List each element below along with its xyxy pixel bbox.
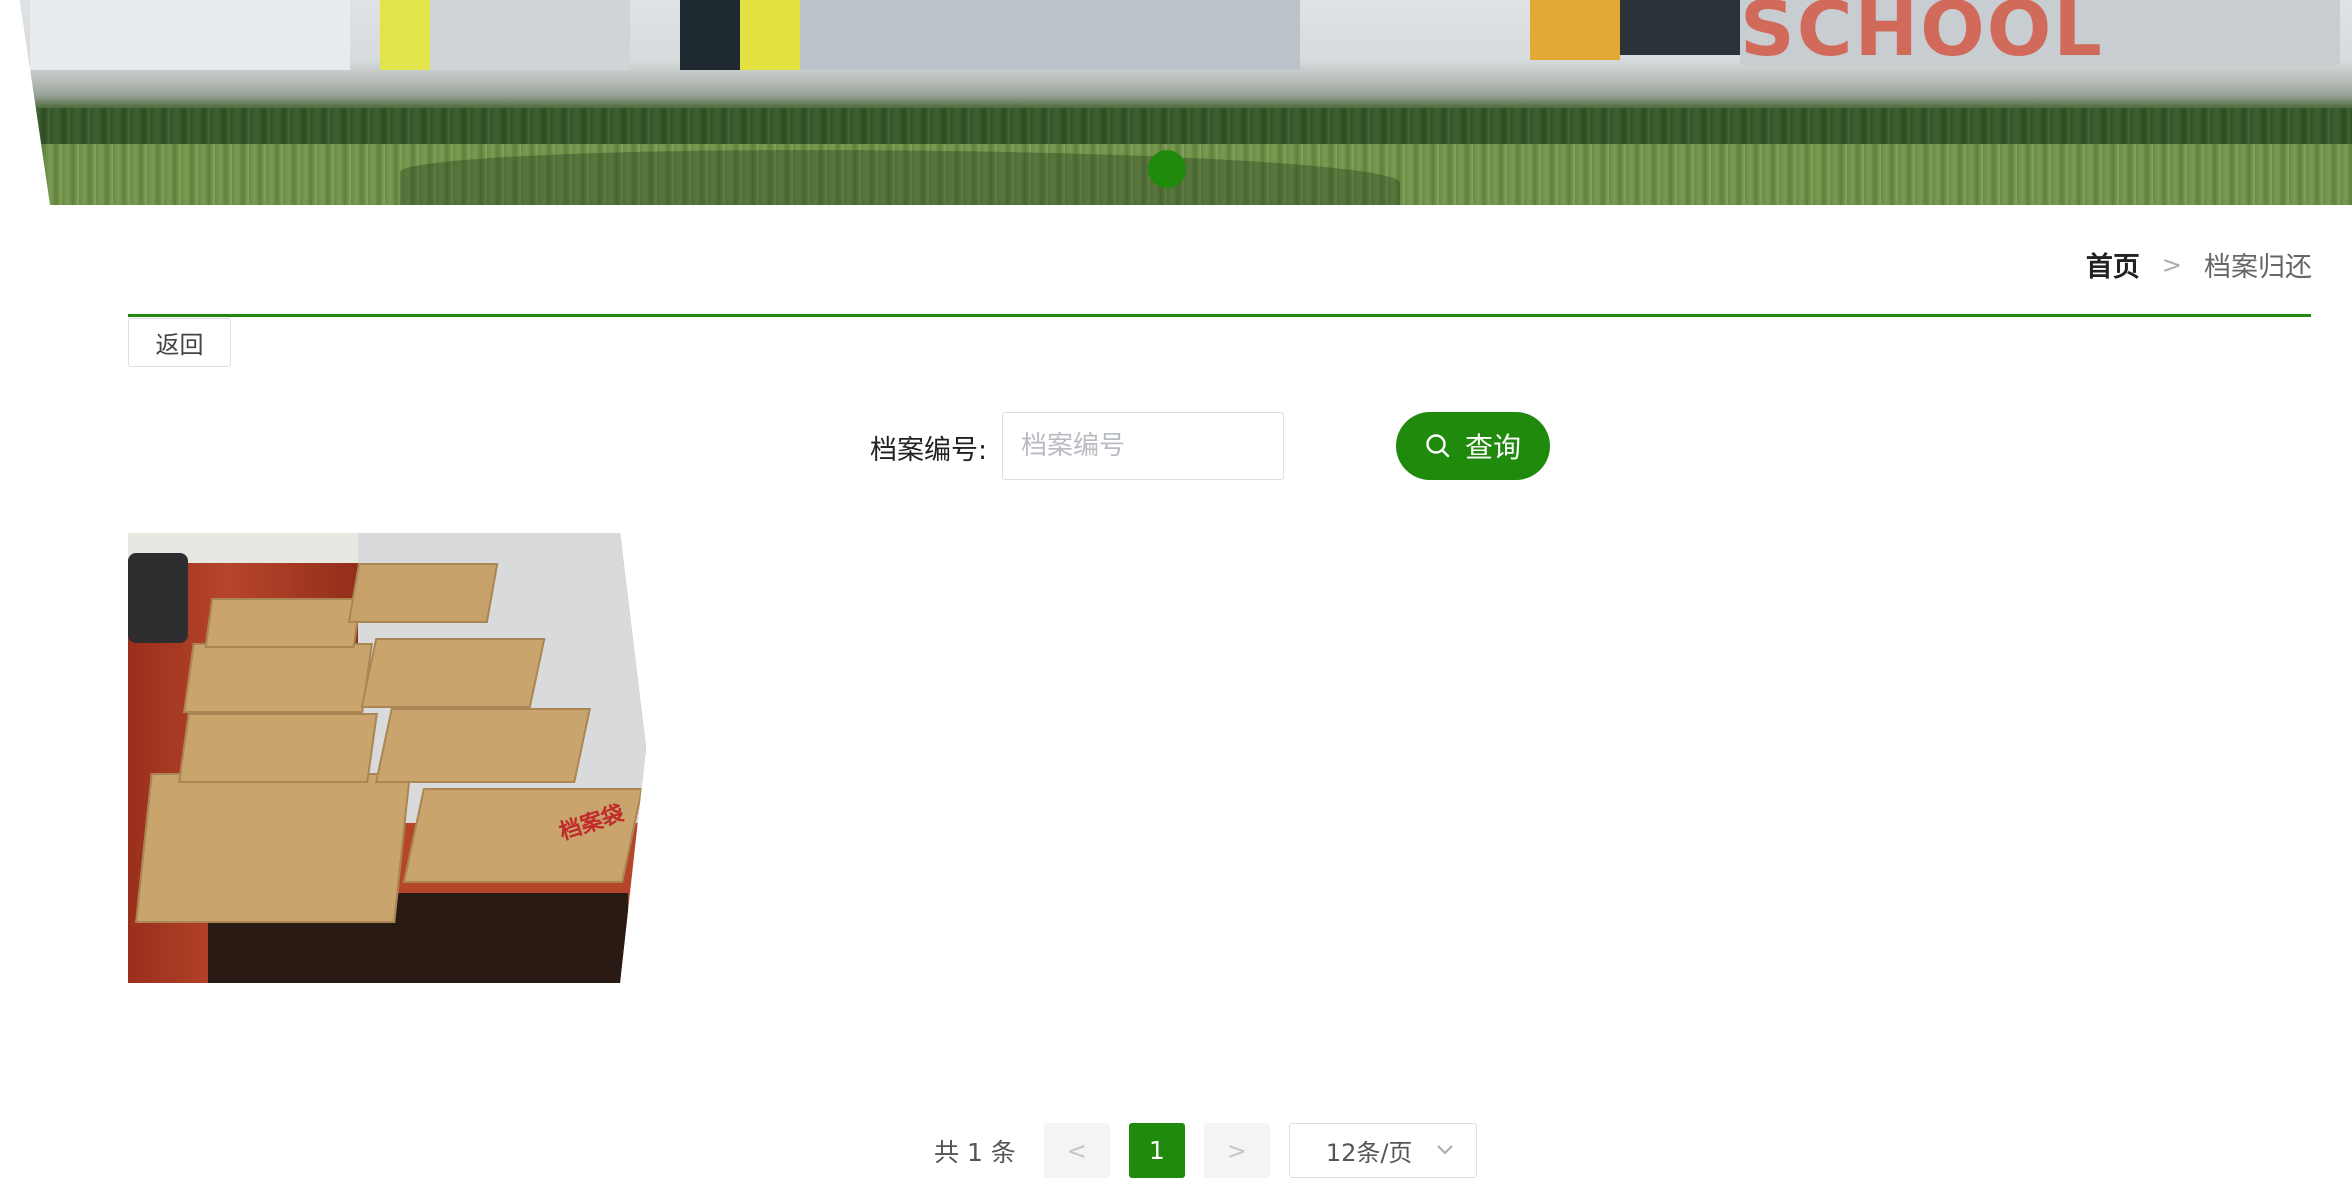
page-size-select[interactable]: 12条/页 (1288, 1123, 1477, 1178)
banner-carousel: SCHOOL (0, 0, 2352, 205)
carousel-indicator-dot[interactable] (1148, 150, 1186, 188)
archive-folders-photo[interactable]: 档案袋 (128, 533, 646, 983)
query-button[interactable]: 查询 (1396, 412, 1550, 480)
chevron-down-icon (1436, 1140, 1454, 1161)
next-page-button[interactable]: > (1203, 1123, 1270, 1178)
archive-number-label: 档案编号: (870, 435, 988, 466)
archive-card[interactable]: 档案袋 (128, 533, 646, 983)
breadcrumb-separator: > (2161, 250, 2182, 279)
section-divider (128, 314, 2311, 317)
total-count: 共 1 条 (934, 1137, 1016, 1167)
breadcrumb-home-link[interactable]: 首页 (2086, 245, 2140, 284)
school-sign: SCHOOL (1740, 0, 2104, 73)
prev-page-button[interactable]: < (1043, 1123, 1110, 1178)
page-number-current[interactable]: 1 (1128, 1123, 1185, 1178)
breadcrumb: 首页 > 档案归还 (2086, 245, 2312, 284)
query-button-label: 查询 (1464, 431, 1521, 464)
archive-number-input[interactable] (1002, 412, 1284, 480)
breadcrumb-current: 档案归还 (2204, 252, 2312, 283)
pagination: 共 1 条 < 1 > 12条/页 (934, 1123, 1477, 1178)
back-button[interactable]: 返回 (128, 318, 231, 367)
page-size-value: 12条/页 (1325, 1139, 1413, 1167)
search-icon (1425, 433, 1451, 459)
